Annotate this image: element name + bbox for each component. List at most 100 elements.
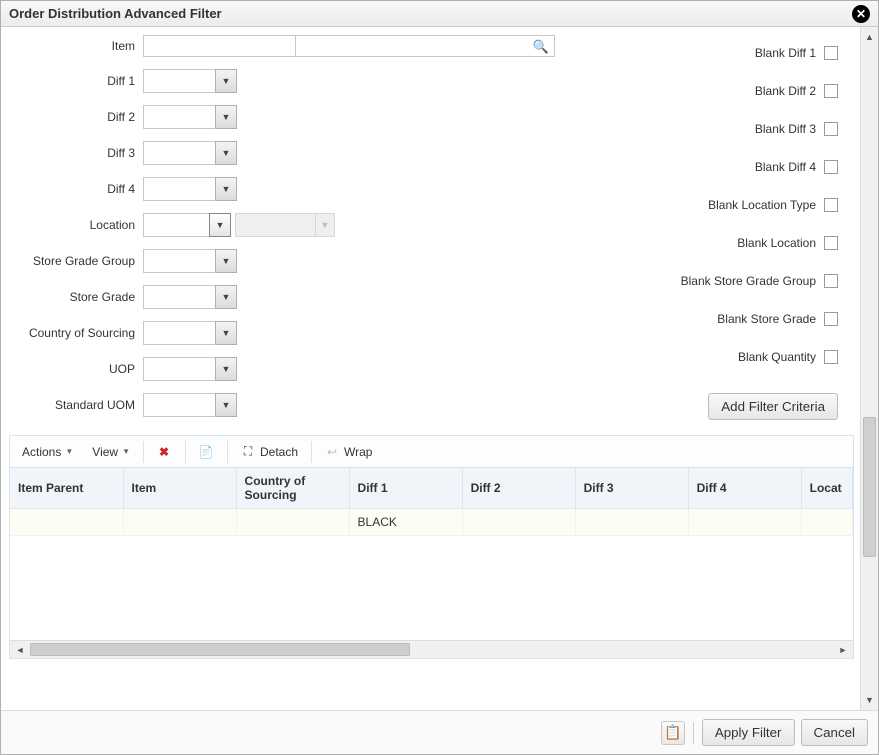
store-grade-combo[interactable]: ▼ [143, 285, 237, 309]
scroll-left-icon[interactable]: ◄ [12, 641, 28, 658]
blank-store-grade-group-checkbox[interactable] [824, 274, 838, 288]
blank-diff3-checkbox[interactable] [824, 122, 838, 136]
chevron-down-icon[interactable]: ▼ [215, 141, 237, 165]
chevron-down-icon[interactable]: ▼ [215, 105, 237, 129]
chevron-down-icon[interactable]: ▼ [215, 393, 237, 417]
chevron-down-icon[interactable]: ▼ [215, 321, 237, 345]
diff1-input[interactable] [143, 69, 215, 93]
col-diff4[interactable]: Diff 4 [688, 468, 801, 509]
chevron-down-icon: ▼ [315, 213, 335, 237]
diff2-input[interactable] [143, 105, 215, 129]
diff1-combo[interactable]: ▼ [143, 69, 237, 93]
chevron-down-icon: ▼ [65, 447, 73, 456]
uop-input[interactable] [143, 357, 215, 381]
cell-diff2[interactable] [462, 509, 575, 536]
location-combo: ▼ [235, 213, 335, 237]
item-id-input[interactable] [143, 35, 295, 57]
blank-diff4-checkbox[interactable] [824, 160, 838, 174]
blank-store-grade-label: Blank Store Grade [717, 312, 816, 326]
scroll-right-icon[interactable]: ► [835, 641, 851, 658]
col-diff2[interactable]: Diff 2 [462, 468, 575, 509]
add-filter-criteria-button[interactable]: Add Filter Criteria [708, 393, 838, 420]
table-row[interactable]: BLACK [10, 509, 853, 536]
col-location[interactable]: Locat [801, 468, 852, 509]
delete-button[interactable]: ✖ [148, 440, 181, 464]
standard-uom-input[interactable] [143, 393, 215, 417]
location-type-input[interactable] [143, 213, 209, 237]
chevron-down-icon[interactable]: ▼ [215, 285, 237, 309]
blank-store-grade-checkbox[interactable] [824, 312, 838, 326]
vertical-scrollbar[interactable]: ▲ ▼ [860, 27, 878, 710]
blank-diff3-label: Blank Diff 3 [755, 122, 816, 136]
wrap-button[interactable]: ↩ Wrap [316, 440, 381, 464]
blank-diff2-label: Blank Diff 2 [755, 84, 816, 98]
cell-diff3[interactable] [575, 509, 688, 536]
item-input-group: 🔍 [143, 35, 555, 57]
blank-diff2-checkbox[interactable] [824, 84, 838, 98]
chevron-down-icon[interactable]: ▼ [215, 69, 237, 93]
col-item-parent[interactable]: Item Parent [10, 468, 123, 509]
location-type-combo[interactable]: ▼ [143, 213, 231, 237]
diff1-label: Diff 1 [9, 74, 143, 88]
store-grade-input[interactable] [143, 285, 215, 309]
scroll-down-icon[interactable]: ▼ [861, 692, 878, 708]
chevron-down-icon[interactable]: ▼ [215, 357, 237, 381]
store-grade-group-row: Store Grade Group ▼ [9, 249, 555, 273]
blank-location-checkbox[interactable] [824, 236, 838, 250]
cell-diff4[interactable] [688, 509, 801, 536]
scroll-thumb[interactable] [863, 417, 876, 557]
table-toolbar: Actions ▼ View ▼ ✖ 📄 [10, 436, 853, 468]
country-sourcing-input[interactable] [143, 321, 215, 345]
store-grade-group-label: Store Grade Group [9, 254, 143, 268]
item-desc-input[interactable] [295, 35, 555, 57]
diff4-input[interactable] [143, 177, 215, 201]
separator [227, 441, 228, 463]
chevron-down-icon[interactable]: ▼ [215, 249, 237, 273]
diff4-combo[interactable]: ▼ [143, 177, 237, 201]
search-icon[interactable]: 🔍 [533, 39, 549, 55]
blank-location-type-checkbox[interactable] [824, 198, 838, 212]
diff4-row: Diff 4 ▼ [9, 177, 555, 201]
cell-item[interactable] [123, 509, 236, 536]
cell-diff1[interactable]: BLACK [349, 509, 462, 536]
col-item[interactable]: Item [123, 468, 236, 509]
cell-location[interactable] [801, 509, 852, 536]
col-diff3[interactable]: Diff 3 [575, 468, 688, 509]
diff2-label: Diff 2 [9, 110, 143, 124]
dialog-header: Order Distribution Advanced Filter ✕ [1, 1, 878, 27]
blank-store-grade-group-label: Blank Store Grade Group [681, 274, 816, 288]
detach-button[interactable]: ⛶ Detach [232, 440, 307, 464]
scroll-up-icon[interactable]: ▲ [861, 29, 878, 45]
scroll-thumb[interactable] [30, 643, 410, 656]
store-grade-group-input[interactable] [143, 249, 215, 273]
uop-combo[interactable]: ▼ [143, 357, 237, 381]
chevron-down-icon[interactable]: ▼ [209, 213, 231, 237]
diff2-combo[interactable]: ▼ [143, 105, 237, 129]
store-grade-group-combo[interactable]: ▼ [143, 249, 237, 273]
diff3-combo[interactable]: ▼ [143, 141, 237, 165]
filter-right-column: Blank Diff 1 Blank Diff 2 Blank Diff 3 B… [595, 35, 844, 421]
diff3-input[interactable] [143, 141, 215, 165]
col-country[interactable]: Country of Sourcing [236, 468, 349, 509]
blank-quantity-checkbox[interactable] [824, 350, 838, 364]
country-sourcing-combo[interactable]: ▼ [143, 321, 237, 345]
blank-diff1-row: Blank Diff 1 [755, 43, 838, 63]
actions-menu[interactable]: Actions ▼ [14, 441, 82, 463]
horizontal-scrollbar[interactable]: ◄ ► [10, 640, 853, 658]
separator [185, 441, 186, 463]
uop-label: UOP [9, 362, 143, 376]
cancel-button[interactable]: Cancel [801, 719, 869, 746]
apply-filter-button[interactable]: Apply Filter [702, 719, 795, 746]
view-menu[interactable]: View ▼ [84, 441, 139, 463]
close-icon[interactable]: ✕ [852, 5, 870, 23]
query-icon[interactable]: 📋 [661, 721, 685, 745]
col-diff1[interactable]: Diff 1 [349, 468, 462, 509]
diff1-row: Diff 1 ▼ [9, 69, 555, 93]
cell-item-parent[interactable] [10, 509, 123, 536]
blank-diff1-checkbox[interactable] [824, 46, 838, 60]
diff2-row: Diff 2 ▼ [9, 105, 555, 129]
cell-country[interactable] [236, 509, 349, 536]
standard-uom-combo[interactable]: ▼ [143, 393, 237, 417]
export-button[interactable]: 📄 [190, 440, 223, 464]
chevron-down-icon[interactable]: ▼ [215, 177, 237, 201]
